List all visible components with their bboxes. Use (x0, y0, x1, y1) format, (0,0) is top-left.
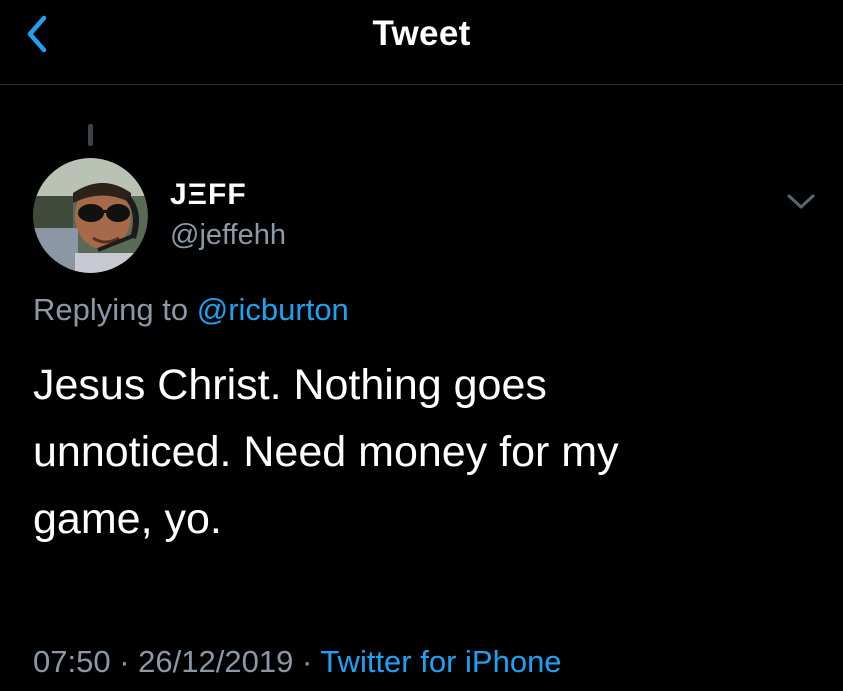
tweet-text: Jesus Christ. Nothing goes unnoticed. Ne… (33, 361, 619, 543)
replying-to-label: Replying to (33, 292, 189, 327)
avatar[interactable] (33, 158, 148, 273)
tweet-options-button[interactable] (784, 188, 818, 216)
chevron-down-icon (787, 194, 815, 209)
tweet-time: 07:50 (33, 644, 111, 679)
thread-connector (88, 124, 93, 146)
profile-photo (33, 158, 148, 273)
page-title: Tweet (372, 14, 471, 53)
tweet-date: 26/12/2019 (138, 644, 294, 679)
tweet-source-link[interactable]: Twitter for iPhone (320, 644, 561, 679)
tweet-metadata: 07:50 · 26/12/2019 · Twitter for iPhone (33, 644, 562, 680)
reply-handle-link[interactable]: @ricburton (197, 292, 349, 327)
replying-to: Replying to @ricburton (33, 292, 349, 328)
navigation-bar: Tweet (0, 0, 843, 85)
author-handle[interactable]: @jeffehh (170, 219, 286, 252)
author-name[interactable]: JΞFF (170, 178, 247, 212)
meta-separator: · (301, 644, 313, 679)
meta-separator: · (119, 644, 130, 679)
